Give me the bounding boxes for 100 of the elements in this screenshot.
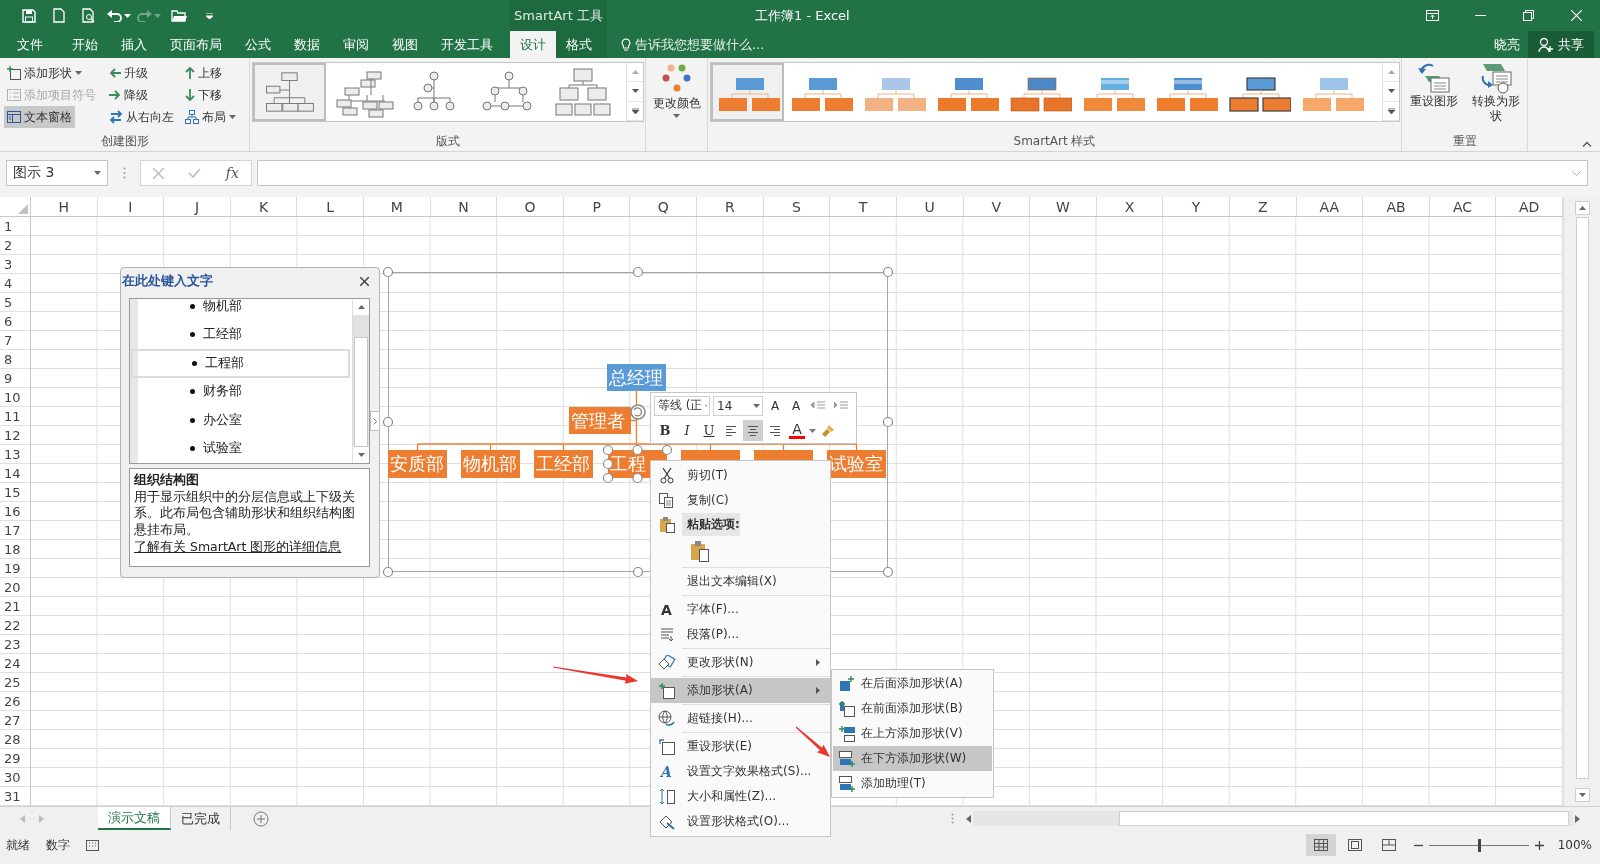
ribbon-tab[interactable]: 审阅 [331,31,380,58]
ribbon-button[interactable]: 上移 [182,62,225,84]
share-button[interactable]: 共享 [1528,31,1594,58]
select-all-icon[interactable] [18,204,28,214]
list-item[interactable]: 工经部 [138,320,350,349]
column-header[interactable]: H [31,197,98,216]
row-header[interactable]: 26 [0,692,30,711]
ribbon-button[interactable]: 升级 [106,62,151,84]
search-field[interactable]: 告诉我您想要做什么... [635,37,855,52]
row-header[interactable]: 15 [0,483,30,502]
resize-handle[interactable] [382,566,394,578]
list-item[interactable]: 工程部 [131,348,350,378]
ribbon-button[interactable]: 下移 [182,84,225,106]
resize-handle[interactable] [602,472,614,484]
menu-item[interactable]: 更改形状(N) [651,650,830,675]
row-header[interactable]: 6 [0,312,30,331]
layout-option[interactable] [253,63,326,121]
ribbon-tab[interactable]: 开始 [60,31,109,58]
help-link[interactable]: 了解有关 SmartArt 图形的详细信息 [134,539,342,556]
menu-item[interactable]: 在前面添加形状(B) [833,696,992,721]
row-header[interactable]: 16 [0,502,30,521]
open-folder-icon[interactable] [170,9,188,22]
format-button[interactable]: I [677,420,697,441]
menu-item[interactable]: 复制(C) [651,488,830,513]
collapse-ribbon-button[interactable] [1582,141,1592,147]
scrollbar-thumb[interactable] [1575,217,1589,779]
scrollbar-thumb[interactable] [354,337,368,447]
font-size-field[interactable]: 14 [713,395,763,416]
user-name[interactable]: 晓亮 [1494,35,1520,54]
new-file-icon[interactable] [53,8,65,23]
expand-pane-tab[interactable] [370,411,380,431]
resize-handle[interactable] [602,444,614,456]
scrollbar-thumb[interactable] [1119,811,1569,826]
list-item[interactable]: 办公室 [138,406,350,435]
rotate-handle-icon[interactable] [630,404,646,420]
row-header[interactable]: 2 [0,236,30,255]
column-header[interactable]: I [97,197,165,216]
grow-font-button[interactable]: A [766,398,784,413]
row-header[interactable]: 18 [0,540,30,559]
ribbon-tab[interactable]: 页面布局 [158,31,233,58]
row-header[interactable]: 5 [0,293,30,312]
resize-handle[interactable] [882,416,894,428]
column-header[interactable]: O [497,197,564,216]
ribbon-tab[interactable]: 视图 [380,31,429,58]
ribbon-tab[interactable]: 设计 [510,31,556,58]
row-header[interactable]: 1 [0,217,30,236]
column-header[interactable]: Q [630,197,698,216]
menu-item[interactable]: 添加助理(T) [833,771,992,796]
column-header[interactable]: Y [1163,197,1230,216]
resize-handle[interactable] [632,444,643,456]
shrink-font-button[interactable]: A [787,398,805,413]
menu-item[interactable]: 段落(P)... [651,622,830,647]
list-item[interactable]: 财务部 [138,377,350,406]
column-header[interactable]: T [830,197,897,216]
ribbon-button[interactable]: 转换为形状 [1466,58,1526,132]
row-header[interactable]: 28 [0,730,30,749]
row-header[interactable]: 3 [0,255,30,274]
column-header[interactable]: S [763,197,831,216]
menu-item[interactable]: 在后面添加形状(A) [833,671,992,696]
zoom-level[interactable]: 100% [1557,838,1592,852]
customize-toolbar-icon[interactable] [205,12,213,19]
scroll-left-icon[interactable] [966,814,971,823]
resize-handle[interactable] [661,444,673,456]
row-header[interactable]: 29 [0,749,30,768]
insert-function-button[interactable]: fx [225,165,239,181]
print-preview-icon[interactable] [82,8,96,23]
menu-item[interactable]: 大小和属性(Z)... [651,784,830,809]
resize-handle[interactable] [382,266,394,278]
ribbon-tab[interactable]: 插入 [109,31,158,58]
row-header[interactable]: 10 [0,388,30,407]
column-header[interactable]: V [963,197,1031,216]
row-header[interactable]: 25 [0,673,30,692]
row-header[interactable]: 12 [0,426,30,445]
ribbon-tab[interactable]: 数据 [282,31,331,58]
resize-handle[interactable] [632,566,644,578]
ribbon-button[interactable]: 添加形状 [4,62,85,84]
save-icon[interactable] [22,8,36,23]
column-header[interactable]: N [430,197,498,216]
column-header[interactable]: W [1030,197,1097,216]
list-item[interactable]: 试验室 [138,434,350,463]
ribbon-tab[interactable]: 文件 [0,31,60,58]
row-header[interactable]: 13 [0,445,30,464]
row-header[interactable]: 7 [0,331,30,350]
format-button[interactable]: B [655,420,675,441]
row-header[interactable]: 27 [0,711,30,730]
row-header[interactable]: 11 [0,407,30,426]
resize-handle[interactable] [882,266,894,278]
ribbon-tab[interactable]: 开发工具 [429,31,504,58]
scroll-up-icon[interactable] [357,305,365,309]
undo-icon[interactable] [107,9,122,22]
sheet-tab[interactable]: 演示文稿 [98,807,171,830]
redo-icon[interactable] [137,9,152,22]
row-header[interactable]: 23 [0,635,30,654]
ribbon-tab[interactable]: 格式 [556,31,602,58]
style-option[interactable] [711,63,784,121]
menu-item[interactable]: 设置形状格式(O)... [651,809,830,834]
row-header[interactable]: 19 [0,559,30,578]
row-header[interactable]: 20 [0,578,30,597]
font-color-button[interactable]: A [787,420,807,441]
formula-input-field[interactable] [257,160,1588,186]
